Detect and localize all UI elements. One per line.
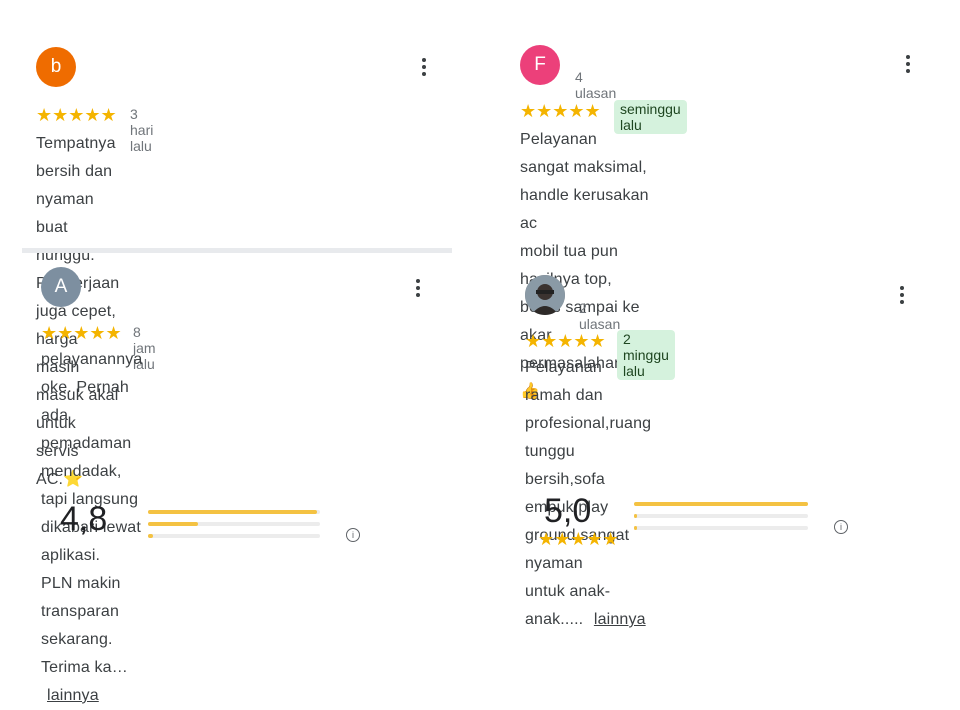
avatar[interactable]: F [520, 45, 560, 85]
more-link[interactable]: lainnya [47, 687, 99, 704]
divider [22, 248, 452, 253]
rating-stars: ★★★★★ [41, 324, 122, 342]
avatar[interactable] [525, 275, 565, 315]
star-icons: ★★★★★ [36, 105, 117, 125]
review-line: Pelayanan ramah dan profesional,ruang tu… [525, 359, 652, 460]
rating-bar [148, 522, 320, 526]
rating-bar-fill [634, 514, 638, 518]
review-count: 2 ulasan [579, 300, 621, 332]
rating-bar [634, 502, 808, 506]
rating-stars: ★★★★★ [525, 332, 606, 350]
avatar[interactable]: b [36, 47, 76, 87]
more-link[interactable]: lainnya [594, 611, 646, 628]
review-line: PLN makin transparan sekarang. Terima ka… [41, 570, 142, 710]
more-options-icon[interactable] [900, 52, 916, 76]
info-icon[interactable]: i [834, 520, 848, 534]
star-icons: ★★★★★ [525, 331, 606, 351]
review-time: 3 hari lalu [130, 106, 154, 154]
avatar-letter: F [534, 54, 546, 75]
avatar-letter: b [50, 56, 62, 77]
rating-bar-fill [634, 502, 808, 506]
review-line: pelayanannya oke. Pernah ada pemadaman [41, 351, 143, 452]
review-line-text: PLN makin transparan sekarang. Terima ka… [41, 575, 128, 676]
rating-bar-fill [148, 534, 154, 538]
average-rating: 4,8 [60, 500, 108, 538]
profile-photo-icon [525, 275, 565, 315]
rating-bar [634, 514, 808, 518]
rating-stars: ★★★★★ [36, 106, 117, 124]
review-line: Pelayanan sangat maksimal, handle kerusa… [520, 131, 649, 232]
rating-bar [148, 534, 320, 538]
rating-bar [148, 510, 320, 514]
star-icons: ★★★★★ [41, 323, 122, 343]
star-icons: ★★★★★ [520, 101, 601, 121]
review-line: untuk anak-anak..... lainnya [525, 578, 651, 634]
rating-bar-fill [148, 522, 198, 526]
average-rating: 5,0 [544, 492, 592, 530]
avatar[interactable]: A [41, 267, 81, 307]
rating-bar [634, 526, 808, 530]
rating-stars: ★★★★★ [538, 530, 619, 548]
rating-bar-fill [634, 526, 638, 530]
more-options-icon[interactable] [894, 283, 910, 307]
star-icons: ★★★★★ [538, 529, 619, 549]
more-options-icon[interactable] [410, 276, 426, 300]
more-options-icon[interactable] [416, 55, 432, 79]
avatar-letter: A [54, 276, 68, 297]
rating-stars: ★★★★★ [520, 102, 601, 120]
rating-bar-fill [148, 510, 317, 514]
review-count: 4 ulasan [575, 69, 617, 101]
